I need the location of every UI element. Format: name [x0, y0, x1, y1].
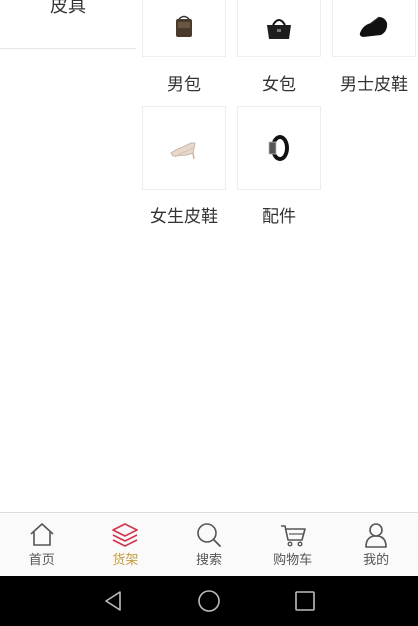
- womens-shoe-icon: [170, 142, 196, 160]
- tab-profile[interactable]: 我的: [334, 513, 418, 576]
- tab-label: 购物车: [273, 553, 313, 568]
- category-label: 皮具: [50, 0, 86, 17]
- home-icon: [30, 523, 54, 546]
- tab-home[interactable]: 首页: [0, 513, 84, 576]
- home-circle-icon: [198, 590, 220, 612]
- category-sidebar: 皮具: [0, 0, 136, 512]
- home-button[interactable]: [161, 589, 257, 613]
- product-thumb[interactable]: [142, 106, 226, 190]
- product-label: 配件: [262, 207, 296, 227]
- product-thumb[interactable]: [237, 106, 321, 190]
- product-thumb[interactable]: [142, 0, 226, 57]
- tab-shelf[interactable]: 货架: [84, 513, 168, 576]
- cart-icon: [280, 525, 306, 547]
- product-label: 男包: [167, 75, 201, 95]
- womens-bag-icon: [267, 19, 291, 39]
- user-icon: [365, 523, 387, 548]
- product-grid: 男包 女包 男士皮鞋 女生皮鞋 配件: [136, 0, 418, 512]
- product-label: 男士皮鞋: [340, 75, 408, 95]
- bottom-tab-bar: 首页 货架 搜索 购物车 我的: [0, 512, 418, 576]
- mens-bag-icon: [176, 15, 192, 37]
- recents-square-icon: [295, 591, 315, 611]
- product-thumb[interactable]: [237, 0, 321, 57]
- product-thumb[interactable]: [332, 0, 416, 57]
- tab-label: 货架: [112, 553, 139, 568]
- mens-shoe-icon: [359, 16, 388, 37]
- back-button[interactable]: [65, 589, 161, 613]
- tab-cart[interactable]: 购物车: [251, 513, 335, 576]
- system-navigation-bar: [0, 576, 418, 626]
- category-item-leather[interactable]: 皮具: [0, 0, 136, 49]
- tab-label: 我的: [363, 553, 390, 568]
- back-triangle-icon: [105, 591, 121, 611]
- search-icon: [197, 523, 221, 547]
- product-label: 女生皮鞋: [150, 207, 218, 227]
- belt-icon: [268, 135, 289, 161]
- tab-label: 首页: [28, 553, 55, 568]
- recents-button[interactable]: [257, 589, 353, 613]
- layers-icon: [112, 523, 139, 547]
- product-label: 女包: [262, 75, 296, 95]
- tab-label: 搜索: [195, 553, 222, 568]
- tab-search[interactable]: 搜索: [167, 513, 251, 576]
